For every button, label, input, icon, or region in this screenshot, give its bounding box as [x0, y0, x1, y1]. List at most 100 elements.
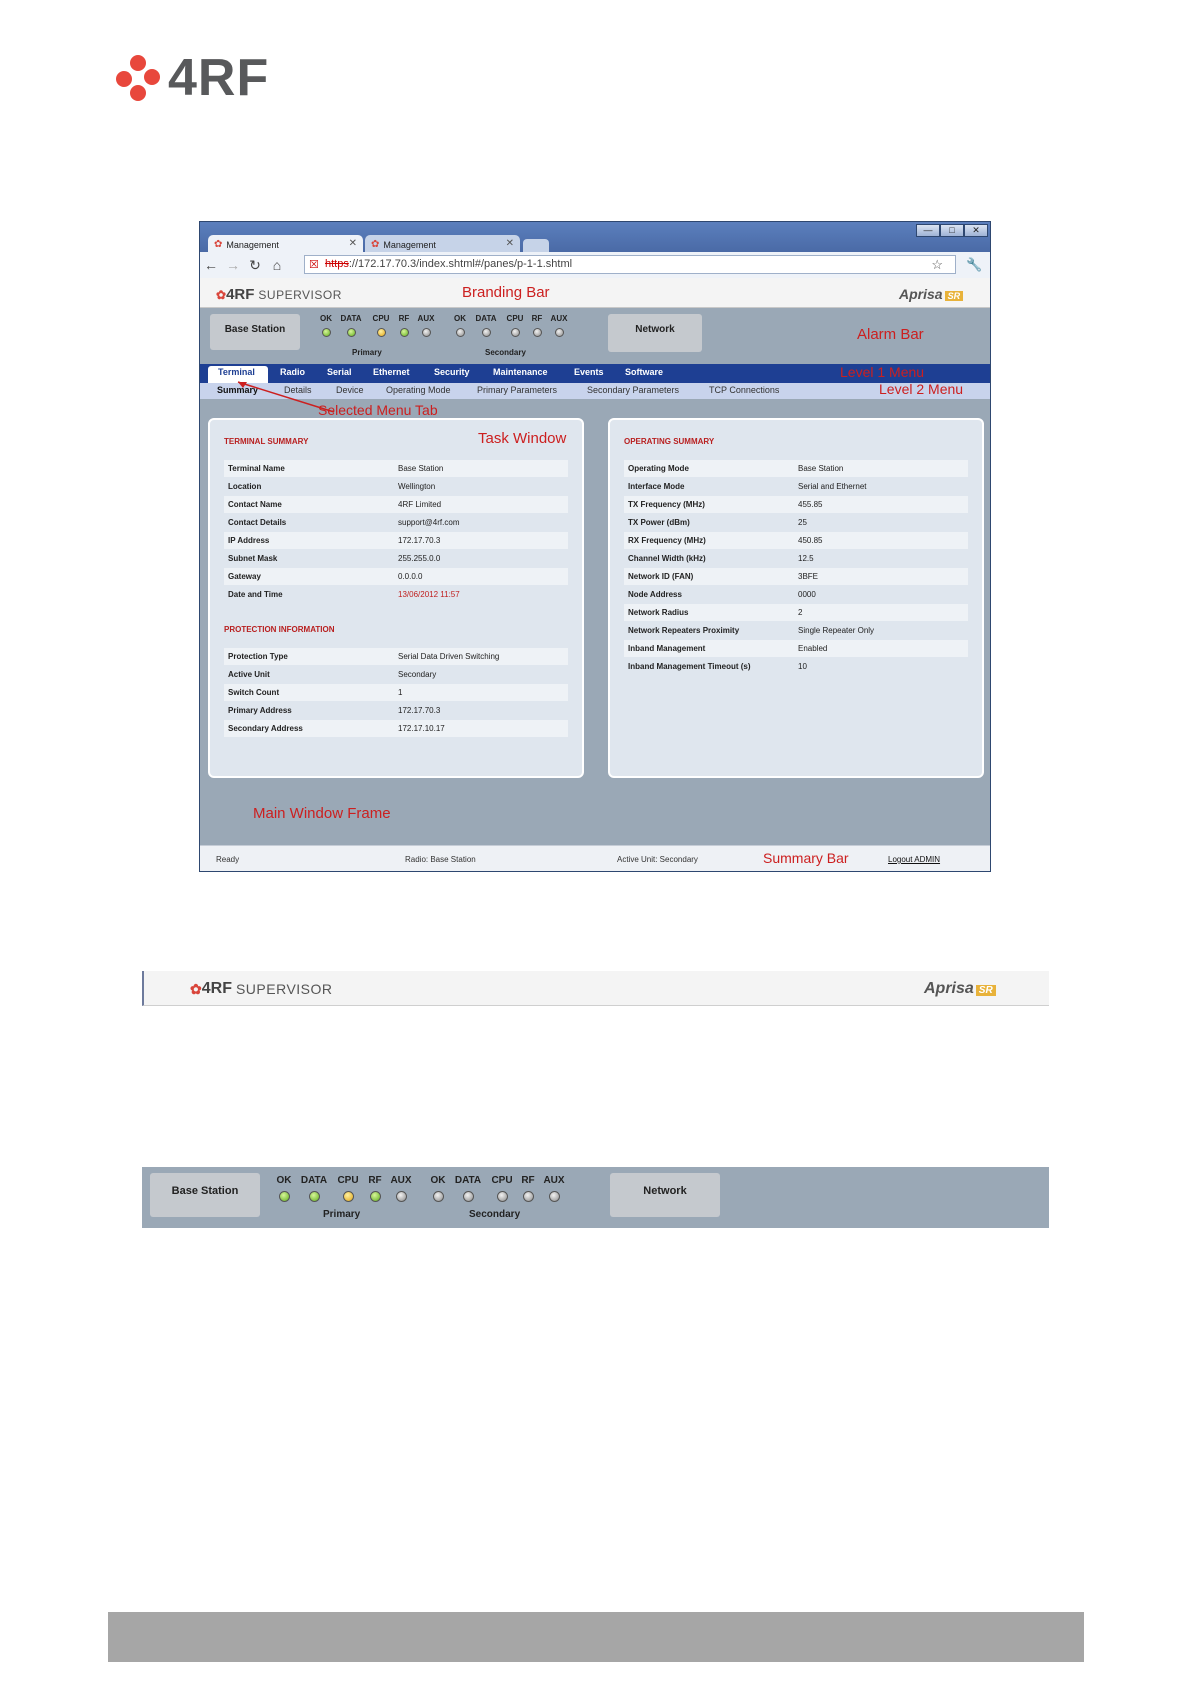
bookmark-star-icon[interactable]: ☆ — [931, 256, 943, 273]
secondary-rf-led-icon — [522, 1191, 534, 1202]
row-label: Node Address — [628, 590, 682, 599]
annotation-branding-bar: Branding Bar — [462, 284, 550, 301]
wrench-icon[interactable]: 🔧 — [966, 257, 982, 273]
row-label: Network Radius — [628, 608, 689, 617]
primary-cpu-led-icon — [376, 328, 386, 337]
row-value: Wellington — [398, 482, 436, 491]
submenu-device[interactable]: Device — [336, 385, 364, 395]
back-arrow-icon[interactable]: ← — [200, 257, 222, 273]
table-row: Date and Time 13/06/2012 11:57 — [224, 586, 568, 603]
secondary-rf-led-icon — [532, 328, 542, 337]
status-ready: Ready — [216, 855, 240, 864]
table-row: Network ID (FAN) 3BFE — [624, 568, 968, 585]
row-label: Date and Time — [228, 590, 283, 599]
table-row: Active Unit Secondary — [224, 666, 568, 683]
secondary-data-led-icon — [481, 328, 491, 337]
address-bar[interactable]: ☒ https://172.17.70.3/index.shtml#/panes… — [304, 255, 956, 274]
row-value: 3BFE — [798, 572, 819, 581]
primary-aux-led-icon — [421, 328, 431, 337]
aprisa-text: Aprisa — [924, 980, 974, 997]
primary-data-led-icon — [308, 1191, 320, 1202]
menu-maintenance[interactable]: Maintenance — [493, 367, 548, 377]
aprisa-logo: Aprisa SR — [899, 286, 964, 302]
primary-ok-led-icon — [321, 328, 331, 337]
protection-title: PROTECTION INFORMATION — [224, 625, 335, 634]
menu-terminal[interactable]: Terminal — [218, 367, 255, 377]
row-value: Base Station — [398, 464, 444, 473]
tab-label: Management — [383, 239, 436, 250]
row-value: 0.0.0.0 — [398, 572, 423, 581]
menu-radio[interactable]: Radio — [280, 367, 305, 377]
home-icon[interactable]: ⌂ — [266, 257, 288, 273]
url-scheme: https — [325, 258, 349, 270]
branding-bar-example: ✿ 4RF SUPERVISOR Aprisa SR — [142, 971, 1049, 1006]
table-row: Inband Management Enabled — [624, 640, 968, 657]
row-label: Primary Address — [228, 706, 292, 715]
primary-ok-led-icon — [278, 1191, 290, 1202]
led-label-rf: RF — [521, 1175, 535, 1186]
led-label-ok: OK — [454, 314, 466, 323]
secondary-label: Secondary — [485, 348, 526, 357]
browser-window: ✿ Management ✕ ✿ Management ✕ — □ ✕ ← → … — [199, 221, 991, 872]
row-label: Protection Type — [228, 652, 288, 661]
row-value: support@4rf.com — [398, 518, 460, 527]
secondary-aux-led-icon — [548, 1191, 560, 1202]
secondary-data-led-icon — [462, 1191, 474, 1202]
alarm-base-station-box[interactable]: Base Station — [150, 1173, 260, 1217]
primary-rf-led-icon — [369, 1191, 381, 1202]
row-label: Terminal Name — [228, 464, 285, 473]
forward-arrow-icon[interactable]: → — [222, 257, 244, 273]
browser-toolbar: ← → ↻ ⌂ ☒ https://172.17.70.3/index.shtm… — [200, 252, 990, 278]
row-value: 13/06/2012 11:57 — [398, 590, 460, 599]
row-label: Active Unit — [228, 670, 270, 679]
table-row: Protection Type Serial Data Driven Switch… — [224, 648, 568, 665]
reload-icon[interactable]: ↻ — [244, 257, 266, 274]
row-value: 25 — [798, 518, 807, 527]
4rf-flower-icon: ✿ — [216, 287, 227, 302]
row-value: 172.17.70.3 — [398, 536, 441, 545]
aprisa-badge: SR — [944, 291, 964, 301]
close-tab-icon[interactable]: ✕ — [506, 238, 514, 249]
menu-software[interactable]: Software — [625, 367, 663, 377]
alarm-bar-example: Base Station Network Primary Secondary O… — [142, 1167, 1049, 1228]
primary-data-led-icon — [346, 328, 356, 337]
brand-4rf: 4RF — [201, 980, 232, 997]
row-label: Location — [228, 482, 262, 491]
status-radio: Radio: Base Station — [405, 855, 476, 864]
close-tab-icon[interactable]: ✕ — [349, 238, 357, 249]
table-row: Primary Address 172.17.70.3 — [224, 702, 568, 719]
annotation-level1-menu: Level 1 Menu — [840, 364, 925, 380]
led-label-rf: RF — [368, 1175, 382, 1186]
secondary-cpu-led-icon — [496, 1191, 508, 1202]
minimize-button[interactable]: — — [916, 224, 940, 237]
submenu-secondary-parameters[interactable]: Secondary Parameters — [587, 385, 679, 395]
row-value: 12.5 — [798, 554, 814, 563]
maximize-button[interactable]: □ — [940, 224, 964, 237]
table-row: Gateway 0.0.0.0 — [224, 568, 568, 585]
table-row: Switch Count 1 — [224, 684, 568, 701]
row-label: Gateway — [228, 572, 261, 581]
row-value: 172.17.10.17 — [398, 724, 445, 733]
alarm-network-box[interactable]: Network — [608, 314, 702, 352]
annotation-level2-menu: Level 2 Menu — [879, 381, 964, 397]
alarm-network-box[interactable]: Network — [610, 1173, 720, 1217]
secondary-ok-led-icon — [432, 1191, 444, 1202]
menu-events[interactable]: Events — [574, 367, 604, 377]
submenu-primary-parameters[interactable]: Primary Parameters — [477, 385, 557, 395]
close-window-button[interactable]: ✕ — [964, 224, 988, 237]
alarm-base-station-box[interactable]: Base Station — [210, 314, 300, 350]
logout-link[interactable]: Logout ADMIN — [888, 855, 940, 864]
led-label-data: DATA — [300, 1175, 328, 1186]
menu-ethernet[interactable]: Ethernet — [373, 367, 410, 377]
led-label-cpu: CPU — [491, 1175, 513, 1186]
aprisa-text: Aprisa — [899, 286, 943, 302]
terminal-summary-title: TERMINAL SUMMARY — [224, 437, 309, 446]
submenu-operating-mode[interactable]: Operating Mode — [386, 385, 451, 395]
browser-titlebar: ✿ Management ✕ ✿ Management ✕ — □ ✕ — [200, 222, 990, 254]
summary-bar: Ready Radio: Base Station Active Unit: S… — [200, 845, 990, 871]
menu-security[interactable]: Security — [434, 367, 470, 377]
submenu-tcp-connections[interactable]: TCP Connections — [709, 385, 779, 395]
row-label: Operating Mode — [628, 464, 689, 473]
menu-serial[interactable]: Serial — [327, 367, 352, 377]
table-row: Subnet Mask 255.255.0.0 — [224, 550, 568, 567]
